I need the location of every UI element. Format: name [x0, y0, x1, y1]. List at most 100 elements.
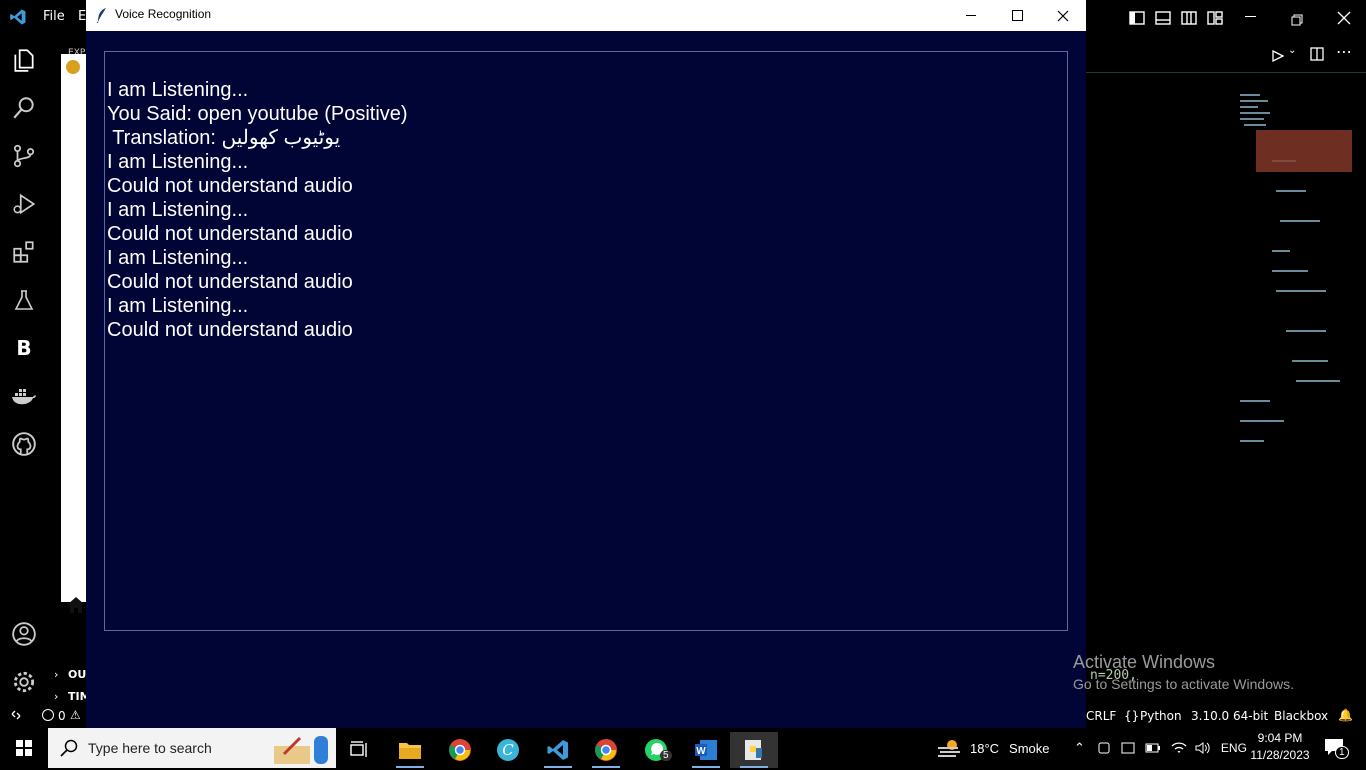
- notification-center-button[interactable]: 1: [1324, 738, 1349, 760]
- weather-temp: 18°C: [970, 740, 1000, 756]
- clock-time: 9:04 PM: [1257, 731, 1303, 745]
- source-control-icon[interactable]: [8, 140, 40, 172]
- blackbox-b-icon[interactable]: B: [8, 332, 40, 364]
- activate-windows-watermark: Activate Windows Go to Settings to activ…: [1073, 652, 1294, 692]
- chevron-right-icon: ›: [54, 690, 59, 703]
- output-line: You Said: open youtube (Positive): [107, 103, 408, 125]
- tk-feather-icon: [96, 7, 108, 27]
- output-line: Translation: یوٹیوب کھولیں: [107, 127, 341, 149]
- app-logo-icon: [66, 60, 80, 74]
- language-mode[interactable]: Python: [1140, 709, 1182, 723]
- close-button[interactable]: [1040, 0, 1086, 31]
- start-button[interactable]: [0, 728, 48, 768]
- toggle-secondary-sidebar-icon[interactable]: [1181, 10, 1197, 29]
- task-view-button[interactable]: [336, 732, 384, 768]
- output-lines: I am Listening... You Said: open youtube…: [107, 78, 408, 342]
- eol-indicator[interactable]: CRLF: [1086, 709, 1116, 723]
- wifi-icon[interactable]: [1171, 741, 1187, 755]
- chrome-icon: [449, 739, 471, 761]
- settings-gear-icon[interactable]: [8, 666, 40, 698]
- run-debug-icon[interactable]: [8, 188, 40, 220]
- notification-count: 1: [1335, 746, 1349, 759]
- minimize-icon: [966, 15, 976, 16]
- menu-file[interactable]: File: [43, 9, 65, 24]
- windows-logo-icon: [16, 740, 32, 756]
- window-titlebar[interactable]: Voice Recognition: [86, 0, 1086, 31]
- vscode-taskbar[interactable]: [534, 732, 582, 768]
- clock[interactable]: 9:04 PM 11/28/2023: [1250, 730, 1310, 764]
- svg-text:W: W: [696, 746, 706, 757]
- chrome-taskbar[interactable]: [436, 732, 484, 768]
- output-line: Could not understand audio: [107, 223, 353, 245]
- chrome-profile-taskbar[interactable]: [582, 732, 630, 768]
- output-line: I am Listening...: [107, 151, 249, 173]
- minimize-button[interactable]: [948, 0, 994, 31]
- whatsapp-taskbar[interactable]: 5: [632, 732, 680, 768]
- toggle-sidebar-icon[interactable]: [1129, 10, 1145, 29]
- accounts-icon[interactable]: [8, 618, 40, 650]
- defender-icon[interactable]: [1121, 741, 1135, 755]
- input-language[interactable]: ENG: [1221, 741, 1247, 755]
- python-app-taskbar[interactable]: [730, 732, 778, 768]
- canva-icon: C: [497, 739, 519, 761]
- toggle-panel-icon[interactable]: [1155, 10, 1171, 29]
- meet-now-icon[interactable]: [1097, 741, 1111, 755]
- chevron-down-icon[interactable]: ⌄: [1288, 45, 1296, 56]
- testing-flask-icon[interactable]: [8, 284, 40, 316]
- vscode-close-icon[interactable]: [1337, 10, 1351, 29]
- error-count[interactable]: 0: [58, 709, 66, 723]
- folder-icon: [399, 743, 421, 759]
- word-taskbar[interactable]: W: [682, 732, 730, 768]
- task-view-icon: [350, 741, 367, 757]
- output-line: I am Listening...: [107, 79, 249, 101]
- chrome-icon: [595, 739, 617, 761]
- maximize-icon: [1011, 10, 1023, 21]
- python-interpreter[interactable]: 3.10.0 64-bit: [1191, 709, 1268, 723]
- smoke-weather-icon: [938, 740, 960, 757]
- blackbox-status[interactable]: Blackbox: [1274, 709, 1328, 723]
- whatsapp-badge: 5: [660, 750, 672, 761]
- run-python-icon[interactable]: [1272, 47, 1285, 66]
- warning-icon[interactable]: ⚠: [70, 708, 81, 722]
- clock-date: 11/28/2023: [1250, 748, 1310, 762]
- taskbar-search-box[interactable]: Type here to search: [48, 728, 336, 768]
- output-line: I am Listening...: [107, 295, 249, 317]
- battery-icon[interactable]: [1145, 743, 1161, 753]
- canva-taskbar[interactable]: C: [484, 732, 532, 768]
- minimap: [1240, 94, 1352, 442]
- chevron-right-icon: ›: [54, 668, 59, 681]
- vscode-icon: [547, 740, 568, 760]
- maximize-button[interactable]: [994, 0, 1040, 31]
- vscode-minimize-icon[interactable]: [1245, 16, 1256, 17]
- output-text-area[interactable]: I am Listening... You Said: open youtube…: [104, 51, 1068, 631]
- output-line: Could not understand audio: [107, 175, 353, 197]
- watermark-title: Activate Windows: [1073, 652, 1216, 672]
- error-icon[interactable]: [42, 709, 54, 721]
- notifications-bell-icon[interactable]: 🔔: [1338, 708, 1353, 722]
- explorer-files-icon[interactable]: [8, 44, 40, 76]
- search-highlight-illustration-icon: [270, 732, 332, 766]
- weather-widget[interactable]: 18°C Smoke: [936, 728, 1050, 768]
- menu-edit-partial[interactable]: E: [78, 9, 86, 24]
- vscode-restore-icon[interactable]: [1291, 11, 1303, 30]
- extensions-icon[interactable]: [8, 236, 40, 268]
- home-icon[interactable]: [66, 596, 86, 618]
- github-icon[interactable]: [8, 428, 40, 460]
- output-line: Could not understand audio: [107, 319, 353, 341]
- file-explorer-taskbar[interactable]: [386, 732, 434, 768]
- chevron-up-icon[interactable]: ⌃: [1074, 740, 1085, 756]
- customize-layout-icon[interactable]: [1207, 10, 1223, 29]
- watermark-subtitle: Go to Settings to activate Windows.: [1073, 676, 1294, 692]
- remote-indicator-icon[interactable]: [10, 709, 22, 724]
- search-icon[interactable]: [8, 92, 40, 124]
- volume-icon[interactable]: [1195, 741, 1211, 755]
- system-tray: ⌃ ENG: [1074, 728, 1247, 768]
- output-line: I am Listening...: [107, 247, 249, 269]
- search-placeholder: Type here to search: [88, 740, 212, 756]
- close-icon: [1057, 10, 1069, 21]
- split-editor-icon[interactable]: [1310, 46, 1324, 65]
- braces-icon: {}: [1124, 709, 1140, 723]
- output-line: Could not understand audio: [107, 271, 353, 293]
- docker-icon[interactable]: [8, 380, 40, 412]
- more-actions-icon[interactable]: ⋯: [1336, 42, 1352, 61]
